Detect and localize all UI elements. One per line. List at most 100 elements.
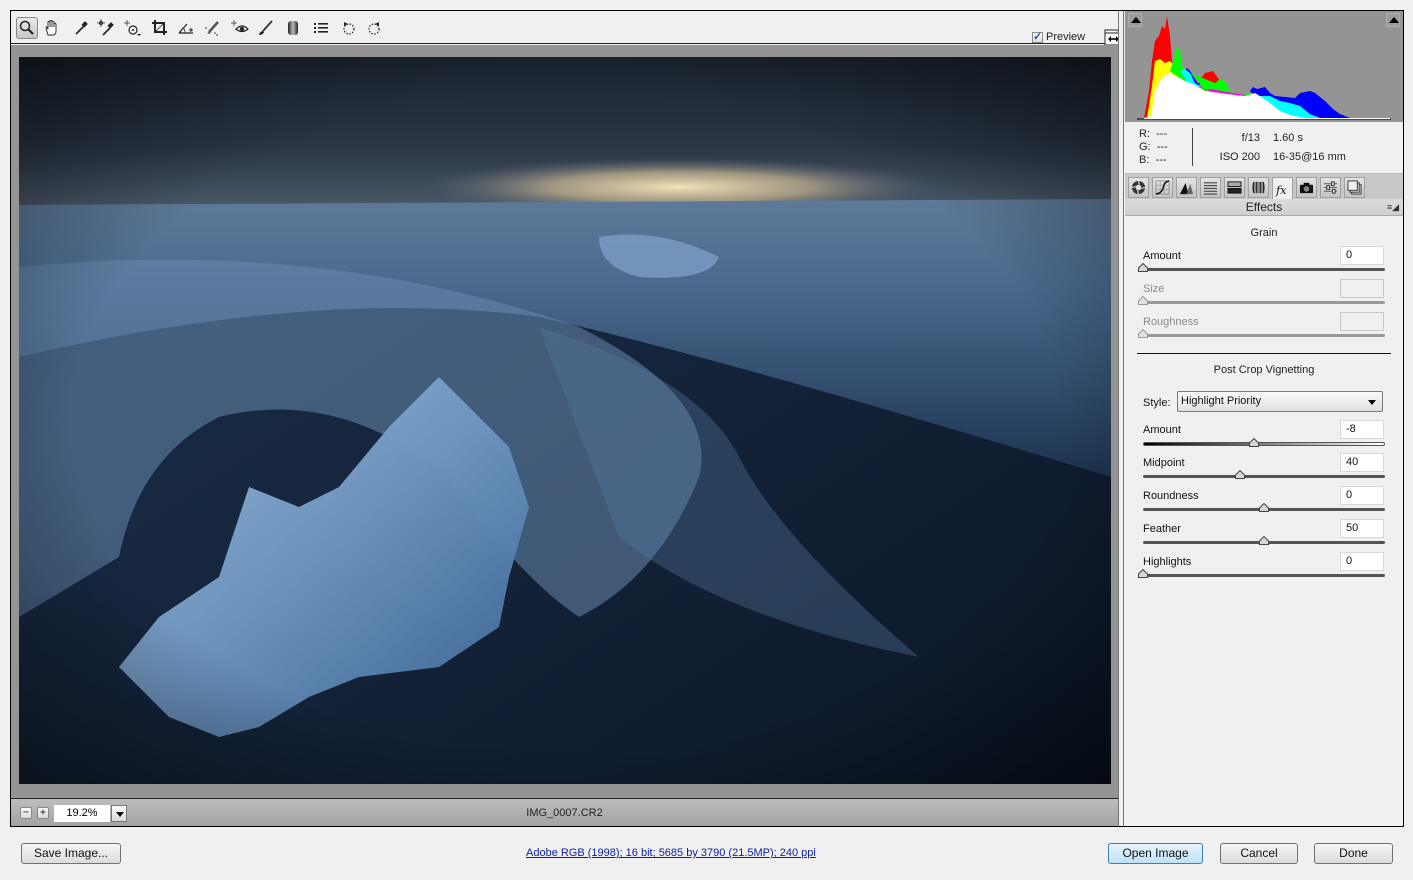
vignette-midpoint-label: Midpoint <box>1143 457 1185 469</box>
snapshots-icon <box>1347 180 1362 195</box>
green-readout: G: --- <box>1139 141 1168 153</box>
tab-basic[interactable] <box>1128 177 1149 198</box>
red-eye-icon <box>231 20 249 33</box>
shutter-speed: 1.60 s <box>1273 132 1303 144</box>
grain-roughness-label: Roughness <box>1143 316 1199 328</box>
iso: ISO 200 <box>1219 151 1260 163</box>
blue-readout: B: --- <box>1139 154 1167 166</box>
sliders-icon <box>1323 181 1338 194</box>
graduated-filter-tool-button[interactable] <box>282 17 304 39</box>
slider-thumb[interactable] <box>1249 437 1260 447</box>
panel-menu-icon[interactable]: ≡◢ <box>1387 199 1399 216</box>
preview-canvas[interactable] <box>11 45 1118 798</box>
vignette-roundness-slider[interactable] <box>1143 502 1385 512</box>
vignette-feather-slider[interactable] <box>1143 535 1385 545</box>
panel-header: Effects ≡◢ <box>1125 199 1403 216</box>
done-button[interactable]: Done <box>1314 843 1393 864</box>
rotate-left-button[interactable] <box>338 17 360 39</box>
white-balance-tool-button[interactable] <box>71 17 93 39</box>
red-eye-tool-button[interactable] <box>229 17 251 39</box>
lens: 16-35@16 mm <box>1273 151 1346 163</box>
grain-size-input <box>1340 279 1384 298</box>
vignette-feather-label: Feather <box>1143 523 1181 535</box>
highlight-clipping-warning-button[interactable] <box>1386 13 1400 27</box>
tab-lens-corrections[interactable] <box>1248 177 1269 198</box>
histogram-graph <box>1137 16 1391 120</box>
slider-thumb[interactable] <box>1138 262 1148 272</box>
preview-label: Preview <box>1046 31 1086 43</box>
vignette-midpoint-input[interactable]: 40 <box>1340 453 1384 472</box>
tab-tone-curve[interactable] <box>1152 177 1173 198</box>
image-info: R: --- G: --- B: --- f/13 1.60 s ISO 200… <box>1125 122 1403 172</box>
grain-section-title: Grain <box>1250 227 1278 239</box>
rotate-right-button[interactable] <box>363 17 385 39</box>
toolbar: Preview <box>11 11 1120 46</box>
vignette-midpoint-slider[interactable] <box>1143 469 1385 479</box>
slider-thumb <box>1138 328 1148 338</box>
status-bar: − + 19.2% IMG_0007.CR2 <box>11 798 1118 826</box>
slider-thumb[interactable] <box>1234 469 1245 479</box>
crop-icon <box>152 20 167 35</box>
vignette-feather-input[interactable]: 50 <box>1340 519 1384 538</box>
vignette-amount-slider[interactable] <box>1143 437 1385 447</box>
shadow-clipping-warning-button[interactable] <box>1128 13 1142 27</box>
crop-tool-button[interactable] <box>149 17 171 39</box>
effects-panel: Grain Amount 0 Size Roughness Post Crop … <box>1125 217 1403 826</box>
grain-amount-slider[interactable] <box>1138 262 1385 272</box>
panel-divider <box>1118 11 1124 826</box>
grain-amount-input[interactable]: 0 <box>1340 246 1384 265</box>
color-sampler-icon <box>97 19 114 36</box>
spot-removal-tool-button[interactable] <box>202 17 224 39</box>
tone-curve-icon <box>1155 180 1170 195</box>
targeted-adjustment-tool-button[interactable] <box>121 17 143 39</box>
lens-corrections-icon <box>1252 181 1265 194</box>
grain-roughness-input <box>1340 312 1384 331</box>
aperture: f/13 <box>1241 132 1260 144</box>
tab-camera-calibration[interactable] <box>1296 177 1317 198</box>
fx-icon: fx <box>1275 184 1287 197</box>
tab-effects[interactable]: fx <box>1272 177 1293 200</box>
vignette-roundness-input[interactable]: 0 <box>1340 486 1384 505</box>
preview-toggle[interactable]: Preview <box>1032 30 1086 43</box>
tab-hsl[interactable] <box>1200 177 1221 198</box>
tab-snapshots[interactable] <box>1344 177 1365 198</box>
section-divider <box>1137 353 1391 354</box>
preferences-tool-button[interactable] <box>310 17 332 39</box>
slider-thumb[interactable] <box>1138 568 1148 578</box>
save-image-button[interactable]: Save Image... <box>21 843 121 864</box>
tab-split-toning[interactable] <box>1224 177 1245 198</box>
adjustment-brush-tool-button[interactable] <box>255 17 277 39</box>
zoom-tool-button[interactable] <box>16 17 38 39</box>
vignetting-section-title: Post Crop Vignetting <box>1213 364 1315 376</box>
targeted-adjustment-icon <box>124 20 141 36</box>
tab-detail[interactable] <box>1176 177 1197 198</box>
camera-icon <box>1299 182 1314 194</box>
vignette-amount-label: Amount <box>1143 424 1181 436</box>
info-separator <box>1192 128 1193 166</box>
vignette-style-select[interactable]: Highlight Priority <box>1177 391 1383 412</box>
slider-thumb[interactable] <box>1259 535 1269 545</box>
rotate-cw-icon <box>368 22 380 35</box>
hsl-icon <box>1203 182 1218 195</box>
workflow-options-link[interactable]: Adobe RGB (1998); 16 bit; 5685 by 3790 (… <box>526 847 816 859</box>
photo-preview[interactable] <box>19 57 1111 784</box>
spot-removal-icon <box>205 21 219 36</box>
brush-icon <box>259 20 273 35</box>
straighten-tool-button[interactable] <box>175 17 197 39</box>
vignette-highlights-slider[interactable] <box>1138 568 1385 578</box>
straighten-icon <box>178 23 193 34</box>
vignette-amount-input[interactable]: -8 <box>1340 420 1384 439</box>
open-image-button[interactable]: Open Image <box>1108 843 1203 864</box>
panel-tabs: fx <box>1125 173 1403 200</box>
vignette-highlights-input[interactable]: 0 <box>1340 552 1384 571</box>
preview-checkbox[interactable] <box>1032 30 1043 43</box>
histogram <box>1125 11 1403 122</box>
color-sampler-tool-button[interactable] <box>95 17 117 39</box>
slider-thumb[interactable] <box>1259 502 1269 512</box>
hand-tool-button[interactable] <box>41 17 63 39</box>
cancel-button[interactable]: Cancel <box>1220 843 1298 864</box>
vignette-style-label: Style: <box>1143 397 1171 409</box>
grain-size-label: Size <box>1143 283 1165 295</box>
graduated-filter-icon <box>288 21 298 35</box>
tab-presets[interactable] <box>1320 177 1341 198</box>
